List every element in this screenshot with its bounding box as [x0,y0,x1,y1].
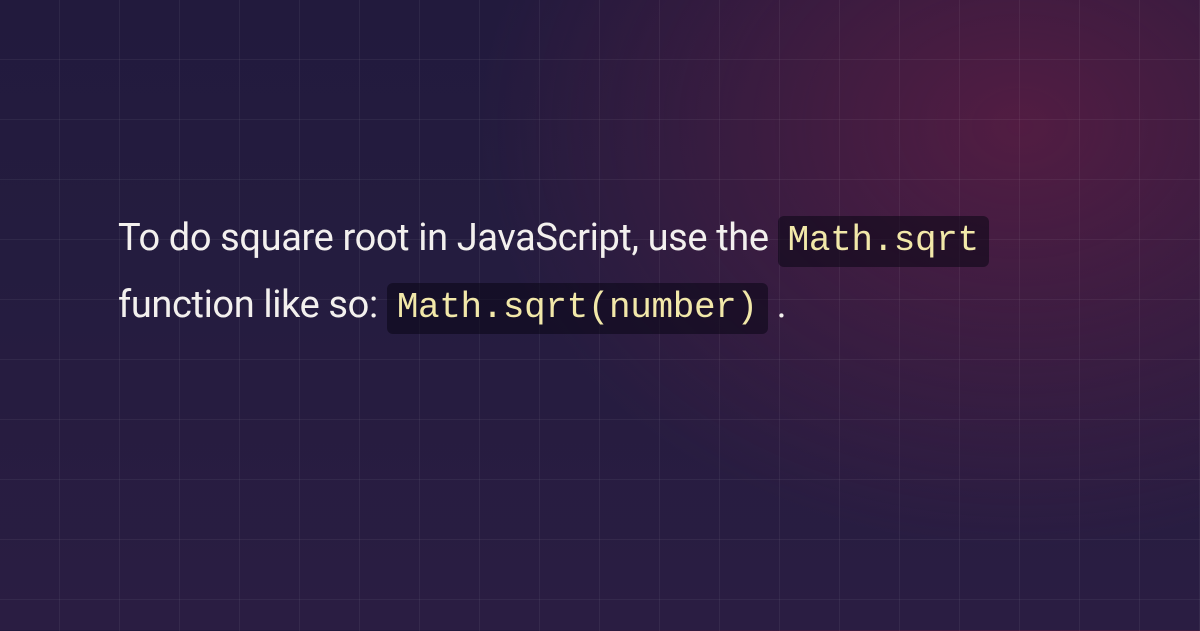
text-fragment-3: . [777,283,787,327]
code-math-sqrt: Math.sqrt [778,216,989,267]
code-math-sqrt-call: Math.sqrt(number) [387,283,768,334]
explainer-text: To do square root in JavaScript, use the… [118,205,1082,339]
text-fragment-1: To do square root in JavaScript, use the [118,216,778,260]
text-fragment-2: function like so: [118,283,387,327]
